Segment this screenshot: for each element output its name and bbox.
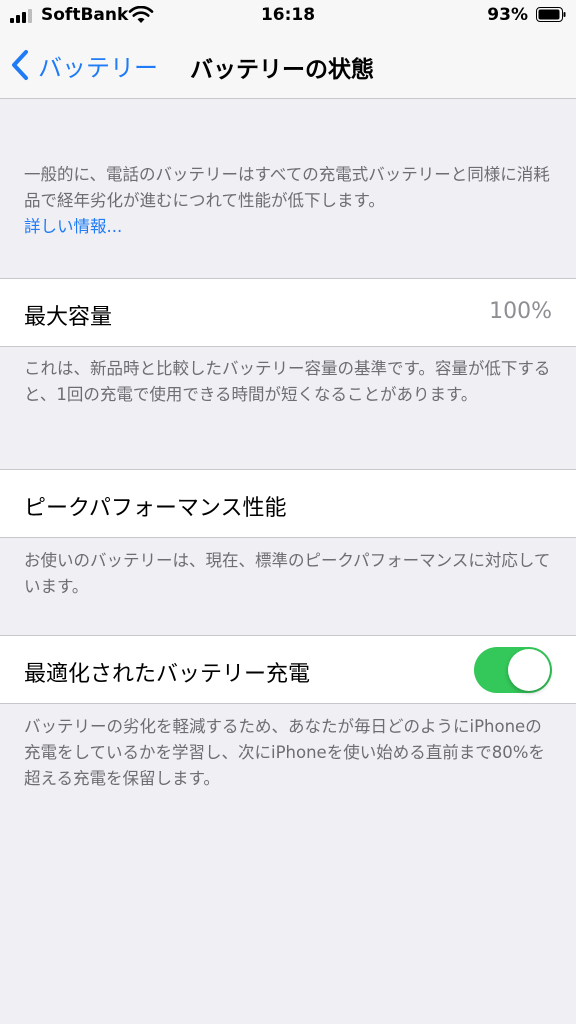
max-capacity-footer: これは、新品時と比較したバッテリー容量の基準です。容量が低下すると、1回の充電で… (24, 359, 551, 404)
page-title: バッテリーの状態 (190, 57, 374, 83)
intro-description: 一般的に、電話のバッテリーはすべての充電式バッテリーと同様に消耗品で経年劣化が進… (24, 162, 556, 240)
max-capacity-row: 最大容量 100% (0, 278, 576, 347)
battery-percentage: 93% (487, 5, 528, 25)
chevron-left-icon (12, 50, 28, 80)
battery-icon (536, 7, 566, 22)
optimized-charging-footer: バッテリーの劣化を軽減するため、あなたが毎日どのようにiPhoneの充電をしてい… (24, 717, 545, 788)
back-button-label: バッテリー (38, 53, 158, 82)
intro-text: 一般的に、電話のバッテリーはすべての充電式バッテリーと同様に消耗品で経年劣化が進… (24, 165, 550, 210)
more-info-link[interactable]: 詳しい情報... (24, 217, 122, 236)
back-button[interactable]: バッテリー (10, 48, 158, 82)
status-bar: SoftBank 16:18 93% (0, 0, 576, 30)
peak-performance-label: ピークパフォーマンス性能 (24, 496, 287, 521)
max-capacity-value: 100% (489, 299, 552, 324)
optimized-charging-toggle[interactable] (474, 647, 552, 693)
peak-performance-row: ピークパフォーマンス性能 (0, 469, 576, 538)
optimized-charging-row: 最適化されたバッテリー充電 (0, 635, 576, 704)
optimized-charging-label: 最適化されたバッテリー充電 (24, 662, 311, 687)
max-capacity-label: 最大容量 (24, 305, 113, 330)
toggle-knob (508, 649, 550, 691)
navigation-bar: バッテリー バッテリーの状態 (0, 30, 576, 99)
peak-performance-footer: お使いのバッテリーは、現在、標準のピークパフォーマンスに対応しています。 (24, 551, 551, 596)
